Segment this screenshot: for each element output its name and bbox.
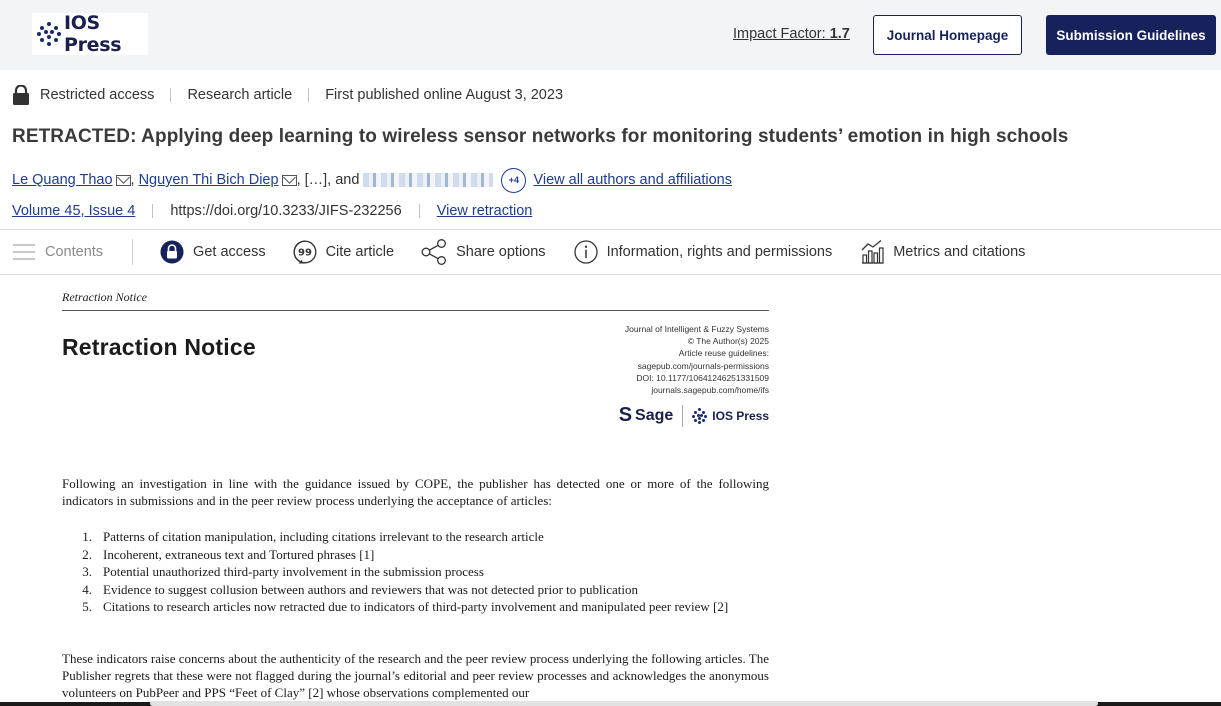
volume-issue-link[interactable]: Volume 45, Issue 4 [12,203,135,219]
mail-icon[interactable] [281,174,297,186]
pdf-meta-line: Journal of Intelligent & Fuzzy Systems [624,324,769,334]
article-toolbar: Contents Get access 99 Cite article Shar… [0,229,1221,275]
article-meta-row: Restricted access Research article First… [12,84,563,106]
share-options-button[interactable]: Share options [421,230,546,274]
list-item: 1. Patterns of citation manipulation, inc… [82,529,544,544]
redacted-author-name [363,173,494,187]
impact-factor-label: Impact Factor: [733,26,826,42]
lock-circle-icon [160,240,184,264]
get-access-button[interactable]: Get access [160,230,266,274]
list-item: 3. Potential unauthorized third-party inv… [82,564,484,579]
logo-text: IOS Press [63,12,122,56]
pdf-meta-line: Article reuse guidelines: [678,348,769,359]
information-rights-label: Information, rights and permissions [606,244,833,260]
divider [170,88,172,102]
pdf-closing-paragraph: These indicators raise concerns about th… [62,651,769,700]
journal-homepage-button[interactable]: Journal Homepage [873,15,1022,55]
divider [152,204,154,218]
access-status: Restricted access [40,87,155,103]
menu-lines-icon [13,244,35,260]
contents-label: Contents [45,244,104,260]
impact-factor-value: 1.7 [829,26,850,42]
pdf-meta-line: DOI: 10.1177/10641246251331509 [636,372,769,383]
logo-divider [682,404,684,427]
pdf-meta-line: sagepub.com/journals-permissions [637,360,769,371]
pdf-heading: Retraction Notice [62,334,256,360]
info-icon [573,240,598,264]
view-retraction-link[interactable]: View retraction [437,203,533,219]
list-item: 4. Evidence to suggest collusion between … [82,581,639,597]
more-authors-badge[interactable]: +4 [501,167,527,193]
pdf-journal-meta: Journal of Intelligent & Fuzzy Systems ©… [625,323,769,396]
list-item: 5. Citations to research articles now ret… [82,599,729,614]
volume-row: Volume 45, Issue 4 https://doi.org/10.32… [12,200,532,222]
cite-article-label: Cite article [325,244,395,260]
pdf-meta-line: © The Author(s) 2025 [687,336,769,347]
submission-guidelines-button[interactable]: Submission Guidelines [1046,15,1216,55]
cite-article-button[interactable]: 99 Cite article [293,230,395,274]
sage-logo: S Sage [619,404,674,427]
site-header: IOS Press Impact Factor: 1.7 Journal Hom… [0,0,1221,70]
pdf-intro-paragraph: Following an investigation in line with … [62,476,769,508]
list-item: 2. Incoherent, extraneous text and Tortur… [82,546,375,562]
share-options-label: Share options [456,244,546,260]
toolbar-divider [132,239,134,265]
author-link[interactable]: Nguyen Thi Bich Diep [139,172,279,188]
view-all-authors-link[interactable]: View all authors and affiliations [533,172,732,188]
doi-text[interactable]: https://doi.org/10.3233/JIFS-232256 [170,203,401,219]
ios-press-dots-icon [36,21,61,47]
horizontal-scrollbar[interactable] [150,701,1098,706]
information-rights-button[interactable]: Information, rights and permissions [573,230,833,274]
author-list: Le Quang Thao , Nguyen Thi Bich Diep , [… [12,167,732,193]
get-access-label: Get access [193,244,266,260]
article-type: Research article [187,87,293,103]
publication-date: First published online August 3, 2023 [325,87,564,103]
quote-bubble-icon: 99 [293,240,317,264]
publisher-logos: S Sage IOS Press [619,404,769,427]
contents-button[interactable]: Contents [12,230,103,274]
mail-icon[interactable] [115,174,131,186]
pdf-meta-line: journals.sagepub.com/home/ifs [651,385,769,396]
retraction-notice-pdf: Retraction Notice Retraction Notice Jour… [62,285,769,706]
divider [308,88,310,102]
author-link[interactable]: Le Quang Thao [12,172,113,188]
ios-press-small-logo: IOS Press [692,407,769,424]
ios-press-small-text: IOS Press [712,408,769,423]
lock-icon [12,84,30,105]
impact-factor-link[interactable]: Impact Factor: 1.7 [733,26,850,42]
sage-logo-text: Sage [635,406,674,424]
author-ellipsis: , […], and [296,172,360,188]
metrics-citations-button[interactable]: Metrics and citations [860,230,1025,274]
indicator-list: 1. Patterns of citation manipulation, inc… [62,528,769,616]
divider [418,204,420,218]
share-icon [421,239,447,265]
ios-press-logo[interactable]: IOS Press [32,12,148,56]
metrics-chart-icon [861,239,884,264]
metrics-citations-label: Metrics and citations [893,244,1026,260]
ios-press-dots-icon [692,407,708,424]
article-title: RETRACTED: Applying deep learning to wir… [12,126,1069,147]
pdf-running-header: Retraction Notice [62,285,769,311]
svg-text:99: 99 [298,248,312,259]
sage-s-icon: S [618,404,633,426]
